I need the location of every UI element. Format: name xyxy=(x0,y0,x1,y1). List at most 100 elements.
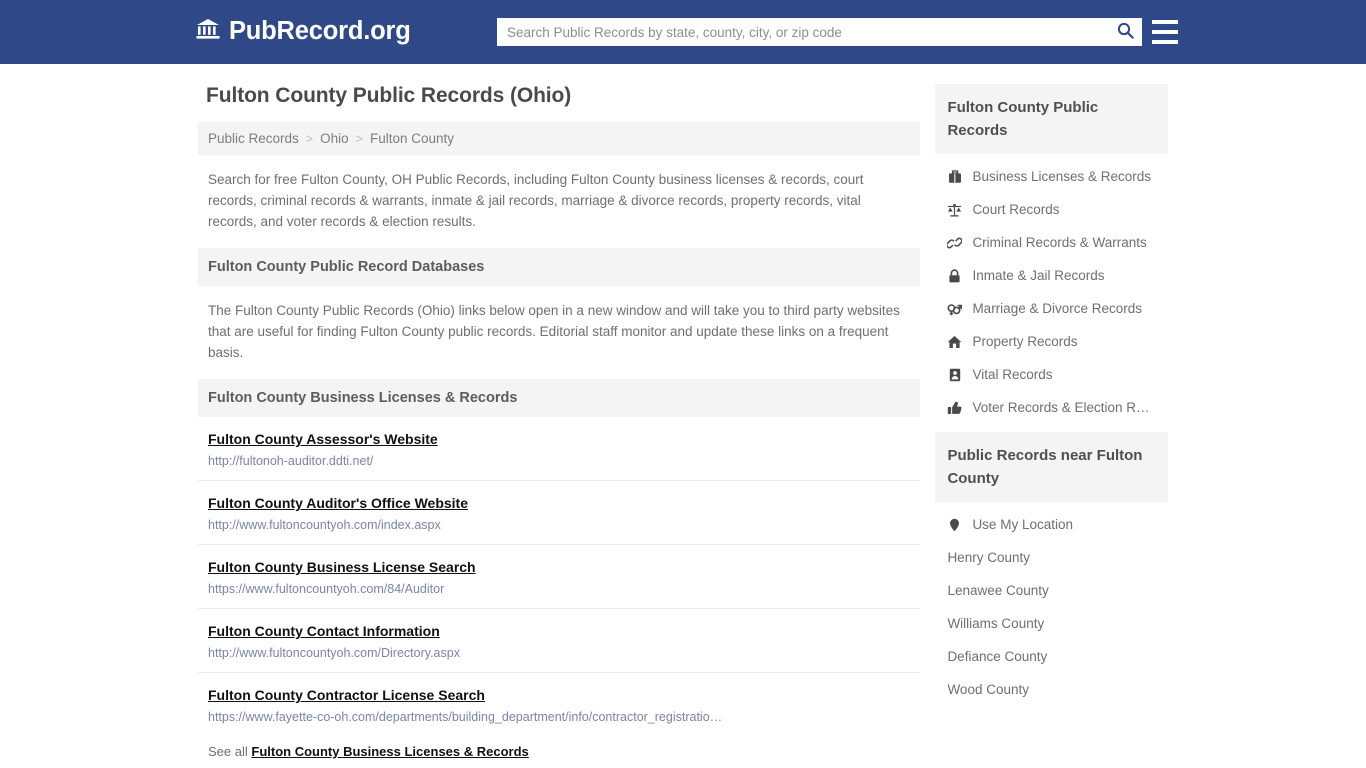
breadcrumb-item-public-records[interactable]: Public Records xyxy=(208,131,299,146)
sidebar-item-court-records[interactable]: Court Records xyxy=(935,193,1168,226)
record-link-title[interactable]: Fulton County Auditor's Office Website xyxy=(208,495,468,511)
list-item: Williams County xyxy=(935,607,1168,640)
record-link-url[interactable]: http://fultonoh-auditor.ddti.net/ xyxy=(208,454,908,468)
search-input[interactable] xyxy=(497,18,1108,46)
see-all-row: See all Fulton County Business Licenses … xyxy=(198,736,920,768)
sidebar-item-label: Business Licenses & Records xyxy=(972,169,1152,184)
search-icon xyxy=(1117,22,1134,42)
briefcase-icon xyxy=(947,169,962,184)
list-item: Business Licenses & Records xyxy=(935,160,1168,193)
sidebar-item-label: Henry County xyxy=(947,550,1030,565)
sidebar-nearby-heading: Public Records near Fulton County xyxy=(935,432,1168,502)
sidebar-item-label: Use My Location xyxy=(972,517,1073,532)
see-all-prefix: See all xyxy=(208,744,248,759)
sidebar-item-label: Williams County xyxy=(947,616,1045,631)
list-item: Fulton County Contractor License Search … xyxy=(198,673,920,736)
sidebar-item-henry-county[interactable]: Henry County xyxy=(935,541,1168,574)
sidebar-item-label: Marriage & Divorce Records xyxy=(972,301,1142,316)
sidebar-item-label: Court Records xyxy=(972,202,1060,217)
record-link-title[interactable]: Fulton County Contractor License Search xyxy=(208,687,485,703)
record-link-url[interactable]: https://www.fultoncountyoh.com/84/Audito… xyxy=(208,582,908,596)
intro-paragraph: Search for free Fulton County, OH Public… xyxy=(208,172,864,229)
sidebar-item-use-my-location[interactable]: Use My Location xyxy=(935,508,1168,541)
site-logo-text: PubRecord.org xyxy=(229,16,411,45)
sidebar-item-label: Voter Records & Election R… xyxy=(972,400,1150,415)
list-item: Vital Records xyxy=(935,358,1168,391)
sidebar-item-label: Defiance County xyxy=(947,649,1048,664)
main-column: Fulton County Public Records (Ohio) Publ… xyxy=(198,84,921,768)
chain-link-icon xyxy=(947,236,963,250)
list-item: Fulton County Auditor's Office Website h… xyxy=(198,481,921,545)
sidebar-item-criminal-records[interactable]: Criminal Records & Warrants xyxy=(935,226,1168,259)
list-item: Inmate & Jail Records xyxy=(935,259,1168,292)
breadcrumb-item-ohio[interactable]: Ohio xyxy=(320,131,349,146)
breadcrumb-separator-2: > xyxy=(355,131,363,146)
sidebar-records-box: Fulton County Public Records Business Li… xyxy=(935,84,1168,424)
menu-bar-3 xyxy=(1152,40,1178,44)
list-item: Use My Location xyxy=(935,508,1168,541)
list-item: Henry County xyxy=(935,541,1168,574)
search-button[interactable] xyxy=(1108,18,1142,46)
databases-note: The Fulton County Public Records (Ohio) … xyxy=(208,303,900,360)
list-item: Marriage & Divorce Records xyxy=(935,292,1168,325)
sidebar-item-label: Lenawee County xyxy=(947,583,1049,598)
record-link-url[interactable]: http://www.fultoncountyoh.com/Directory.… xyxy=(208,646,908,660)
breadcrumb-item-fulton-county: Fulton County xyxy=(369,131,454,146)
sidebar-item-marriage-divorce-records[interactable]: Marriage & Divorce Records xyxy=(935,292,1168,325)
record-link-url[interactable]: http://www.fultoncountyoh.com/index.aspx xyxy=(208,518,908,532)
sidebar-item-williams-county[interactable]: Williams County xyxy=(935,607,1168,640)
sidebar-item-label: Property Records xyxy=(972,334,1078,349)
record-link-title[interactable]: Fulton County Contact Information xyxy=(208,623,440,639)
menu-bar-2 xyxy=(1152,30,1178,34)
list-item: Lenawee County xyxy=(935,574,1168,607)
sidebar-nearby-box: Public Records near Fulton County Use My… xyxy=(935,432,1168,706)
sidebar-nearby-list: Use My Location Henry County Lenawee Cou… xyxy=(935,502,1168,706)
list-item: Court Records xyxy=(935,193,1168,226)
home-icon xyxy=(947,335,962,349)
id-badge-icon xyxy=(947,368,962,382)
breadcrumb: Public Records > Ohio > Fulton County xyxy=(198,122,921,155)
see-all-link[interactable]: Fulton County Business Licenses & Record… xyxy=(251,744,528,759)
content-container: Fulton County Public Records (Ohio) Publ… xyxy=(198,84,1168,768)
page-body: Fulton County Public Records (Ohio) Publ… xyxy=(0,64,1366,768)
section-heading-databases: Fulton County Public Record Databases xyxy=(198,248,921,286)
business-link-list: Fulton County Assessor's Website http://… xyxy=(198,417,921,736)
sidebar-item-lenawee-county[interactable]: Lenawee County xyxy=(935,574,1168,607)
list-item: Wood County xyxy=(935,673,1168,706)
sidebar-item-wood-county[interactable]: Wood County xyxy=(935,673,1168,706)
bank-building-icon xyxy=(196,18,220,45)
sidebar-item-business-licenses[interactable]: Business Licenses & Records xyxy=(935,160,1168,193)
sidebar-item-vital-records[interactable]: Vital Records xyxy=(935,358,1168,391)
breadcrumb-separator-1: > xyxy=(305,131,314,146)
sidebar-item-label: Vital Records xyxy=(972,367,1053,382)
map-pin-icon xyxy=(947,518,962,532)
list-item: Fulton County Business License Search ht… xyxy=(198,545,921,609)
list-item: Property Records xyxy=(935,325,1168,358)
sidebar-records-list: Business Licenses & Records Court Record… xyxy=(935,154,1168,424)
list-item: Criminal Records & Warrants xyxy=(935,226,1168,259)
balance-scale-icon xyxy=(947,203,962,217)
sidebar-item-label: Inmate & Jail Records xyxy=(972,268,1105,283)
list-item: Defiance County xyxy=(935,640,1168,673)
record-link-title[interactable]: Fulton County Business License Search xyxy=(208,559,476,575)
page-title: Fulton County Public Records (Ohio) xyxy=(206,84,572,107)
hamburger-menu-icon[interactable] xyxy=(1152,20,1178,44)
sidebar-item-voter-records[interactable]: Voter Records & Election R… xyxy=(935,391,1168,424)
list-item: Voter Records & Election R… xyxy=(935,391,1168,424)
section-heading-business-licenses: Fulton County Business Licenses & Record… xyxy=(198,379,921,417)
site-header: PubRecord.org xyxy=(0,0,1366,64)
record-link-url[interactable]: https://www.fayette-co-oh.com/department… xyxy=(208,710,908,724)
sidebar-item-property-records[interactable]: Property Records xyxy=(935,325,1168,358)
venus-mars-icon xyxy=(947,302,963,316)
sidebar-item-inmate-jail-records[interactable]: Inmate & Jail Records xyxy=(935,259,1168,292)
sidebar-records-heading: Fulton County Public Records xyxy=(935,84,1168,154)
site-logo[interactable]: PubRecord.org xyxy=(196,18,411,45)
list-item: Fulton County Contact Information http:/… xyxy=(198,609,921,673)
menu-bar-1 xyxy=(1152,20,1178,24)
search-bar xyxy=(497,18,1142,46)
lock-icon xyxy=(947,268,962,283)
record-link-title[interactable]: Fulton County Assessor's Website xyxy=(208,431,438,447)
list-item: Fulton County Assessor's Website http://… xyxy=(198,417,921,481)
sidebar-item-defiance-county[interactable]: Defiance County xyxy=(935,640,1168,673)
sidebar-item-label: Criminal Records & Warrants xyxy=(972,235,1147,250)
